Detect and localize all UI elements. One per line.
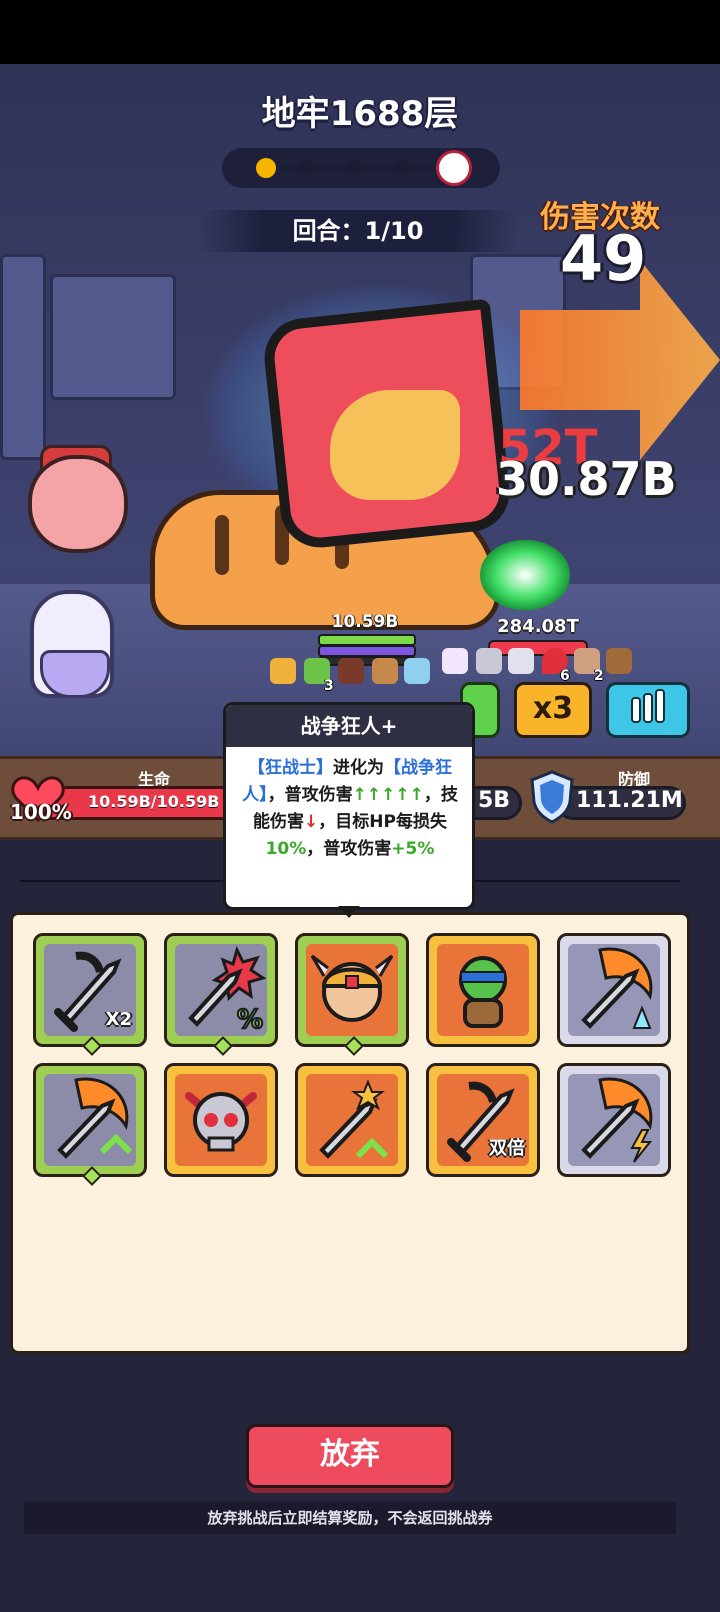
skill-tile-viking[interactable]	[295, 933, 409, 1047]
abandon-note: 放弃挑战后立即结算奖励，不会返回挑战券	[207, 1509, 493, 1527]
tooltip-text: ↓	[304, 812, 319, 832]
tooltip-text: ，普攻伤害	[306, 839, 392, 859]
dungeon-wall	[50, 274, 176, 400]
tooltip-text: ，普攻伤害	[267, 785, 353, 805]
buff-sword-icon	[476, 648, 502, 674]
hero-hp-label: 10.59B	[331, 612, 399, 632]
tooltip-text: 【狂战士】	[248, 758, 333, 778]
skill-tile-flame-up[interactable]	[33, 1063, 147, 1177]
life-percent: 100%	[10, 800, 72, 824]
abandon-button[interactable]: 放弃	[246, 1424, 454, 1488]
shield-icon	[530, 770, 574, 824]
svg-text:%: %	[237, 1005, 263, 1035]
skill-tag: X2	[105, 1009, 132, 1030]
skill-tag: 双倍	[489, 1138, 525, 1159]
buff-ice-icon	[404, 658, 430, 684]
skill-tile-sword-x2[interactable]: X2	[33, 933, 147, 1047]
turtle-icon	[459, 956, 507, 1028]
wave-dot	[300, 160, 314, 174]
skill-tile-demon-skull[interactable]	[164, 1063, 278, 1177]
buff-wolf-icon	[606, 648, 632, 674]
skill-tile-star-sword[interactable]	[295, 1063, 409, 1177]
hero-charge-bar	[318, 656, 416, 666]
round-counter: 回合：1/10	[292, 217, 424, 245]
tiger-stripe	[215, 515, 229, 575]
game-screen: 地牢1688层 回合：1/10 伤害次数 49 52T 30.87B 10.59…	[0, 0, 720, 1612]
tooltip-text: 10%	[265, 839, 307, 859]
skill-panel: X2 % 双倍	[10, 912, 690, 1354]
viking-icon	[310, 954, 394, 1022]
stats-button[interactable]	[606, 682, 690, 738]
buff-viking-icon	[338, 658, 364, 684]
status-bar	[0, 0, 720, 64]
life-value: 10.59B/10.59B	[88, 792, 220, 811]
skill-tile-turtle[interactable]	[426, 933, 540, 1047]
poison-burst-effect	[480, 540, 570, 610]
skull-icon	[185, 1092, 257, 1152]
speed-x3-button[interactable]: x3	[514, 682, 592, 738]
wave-current-dot	[256, 158, 276, 178]
dungeon-floor-title: 地牢1688层	[261, 94, 459, 134]
hit-count-value: 49	[560, 222, 647, 295]
skill-tooltip: 战争狂人+ 【狂战士】进化为【战争狂人】，普攻伤害↑↑↑↑↑，技能伤害↓，目标H…	[223, 702, 475, 910]
buff-sword-icon	[508, 648, 534, 674]
boss-hp-bar	[488, 640, 588, 656]
buff-girl-icon	[442, 648, 468, 674]
skill-tile-sword-crit[interactable]: %	[164, 933, 278, 1047]
skill-tile-flame-lightning[interactable]	[557, 1063, 671, 1177]
wave-dot	[348, 160, 362, 174]
buff-count: 3	[324, 678, 334, 694]
tooltip-pointer	[338, 906, 360, 918]
defense-value: 111.21M	[576, 788, 683, 813]
flame-sword-icon	[581, 1077, 653, 1163]
flame-sword-icon	[581, 947, 653, 1029]
pig-hero	[28, 455, 128, 553]
bar-chart-icon	[631, 689, 665, 723]
dungeon-pillar	[0, 254, 46, 460]
flame-core-effect	[330, 390, 460, 500]
tooltip-text: 进化为	[333, 758, 384, 778]
ice-girl-dress	[40, 650, 110, 698]
tooltip-description: 【狂战士】进化为【战争狂人】，普攻伤害↑↑↑↑↑，技能伤害↓，目标HP每损失10…	[236, 755, 464, 863]
buff-totem-icon	[372, 658, 398, 684]
skill-tile-flame-ice[interactable]	[557, 933, 671, 1047]
tooltip-text: ，目标HP每损失	[318, 812, 447, 832]
flame-sword-icon	[57, 1077, 133, 1159]
skill-tile-double-sword[interactable]: 双倍	[426, 1063, 540, 1177]
damage-number: 30.87B	[496, 452, 677, 506]
tooltip-text: +5%	[391, 839, 435, 859]
tooltip-text: ↑↑↑↑↑	[352, 785, 424, 805]
buff-sun-icon	[270, 658, 296, 684]
boss-hp-label: 284.08T	[497, 616, 579, 637]
attack-value: 5B	[478, 788, 511, 813]
sword-crit-icon: %	[188, 945, 267, 1036]
tooltip-title: 战争狂人+	[226, 705, 472, 747]
sword-icon	[319, 1079, 389, 1159]
buff-count: 2	[594, 668, 604, 684]
boss-skull-icon	[436, 150, 472, 186]
wave-dot	[396, 160, 410, 174]
